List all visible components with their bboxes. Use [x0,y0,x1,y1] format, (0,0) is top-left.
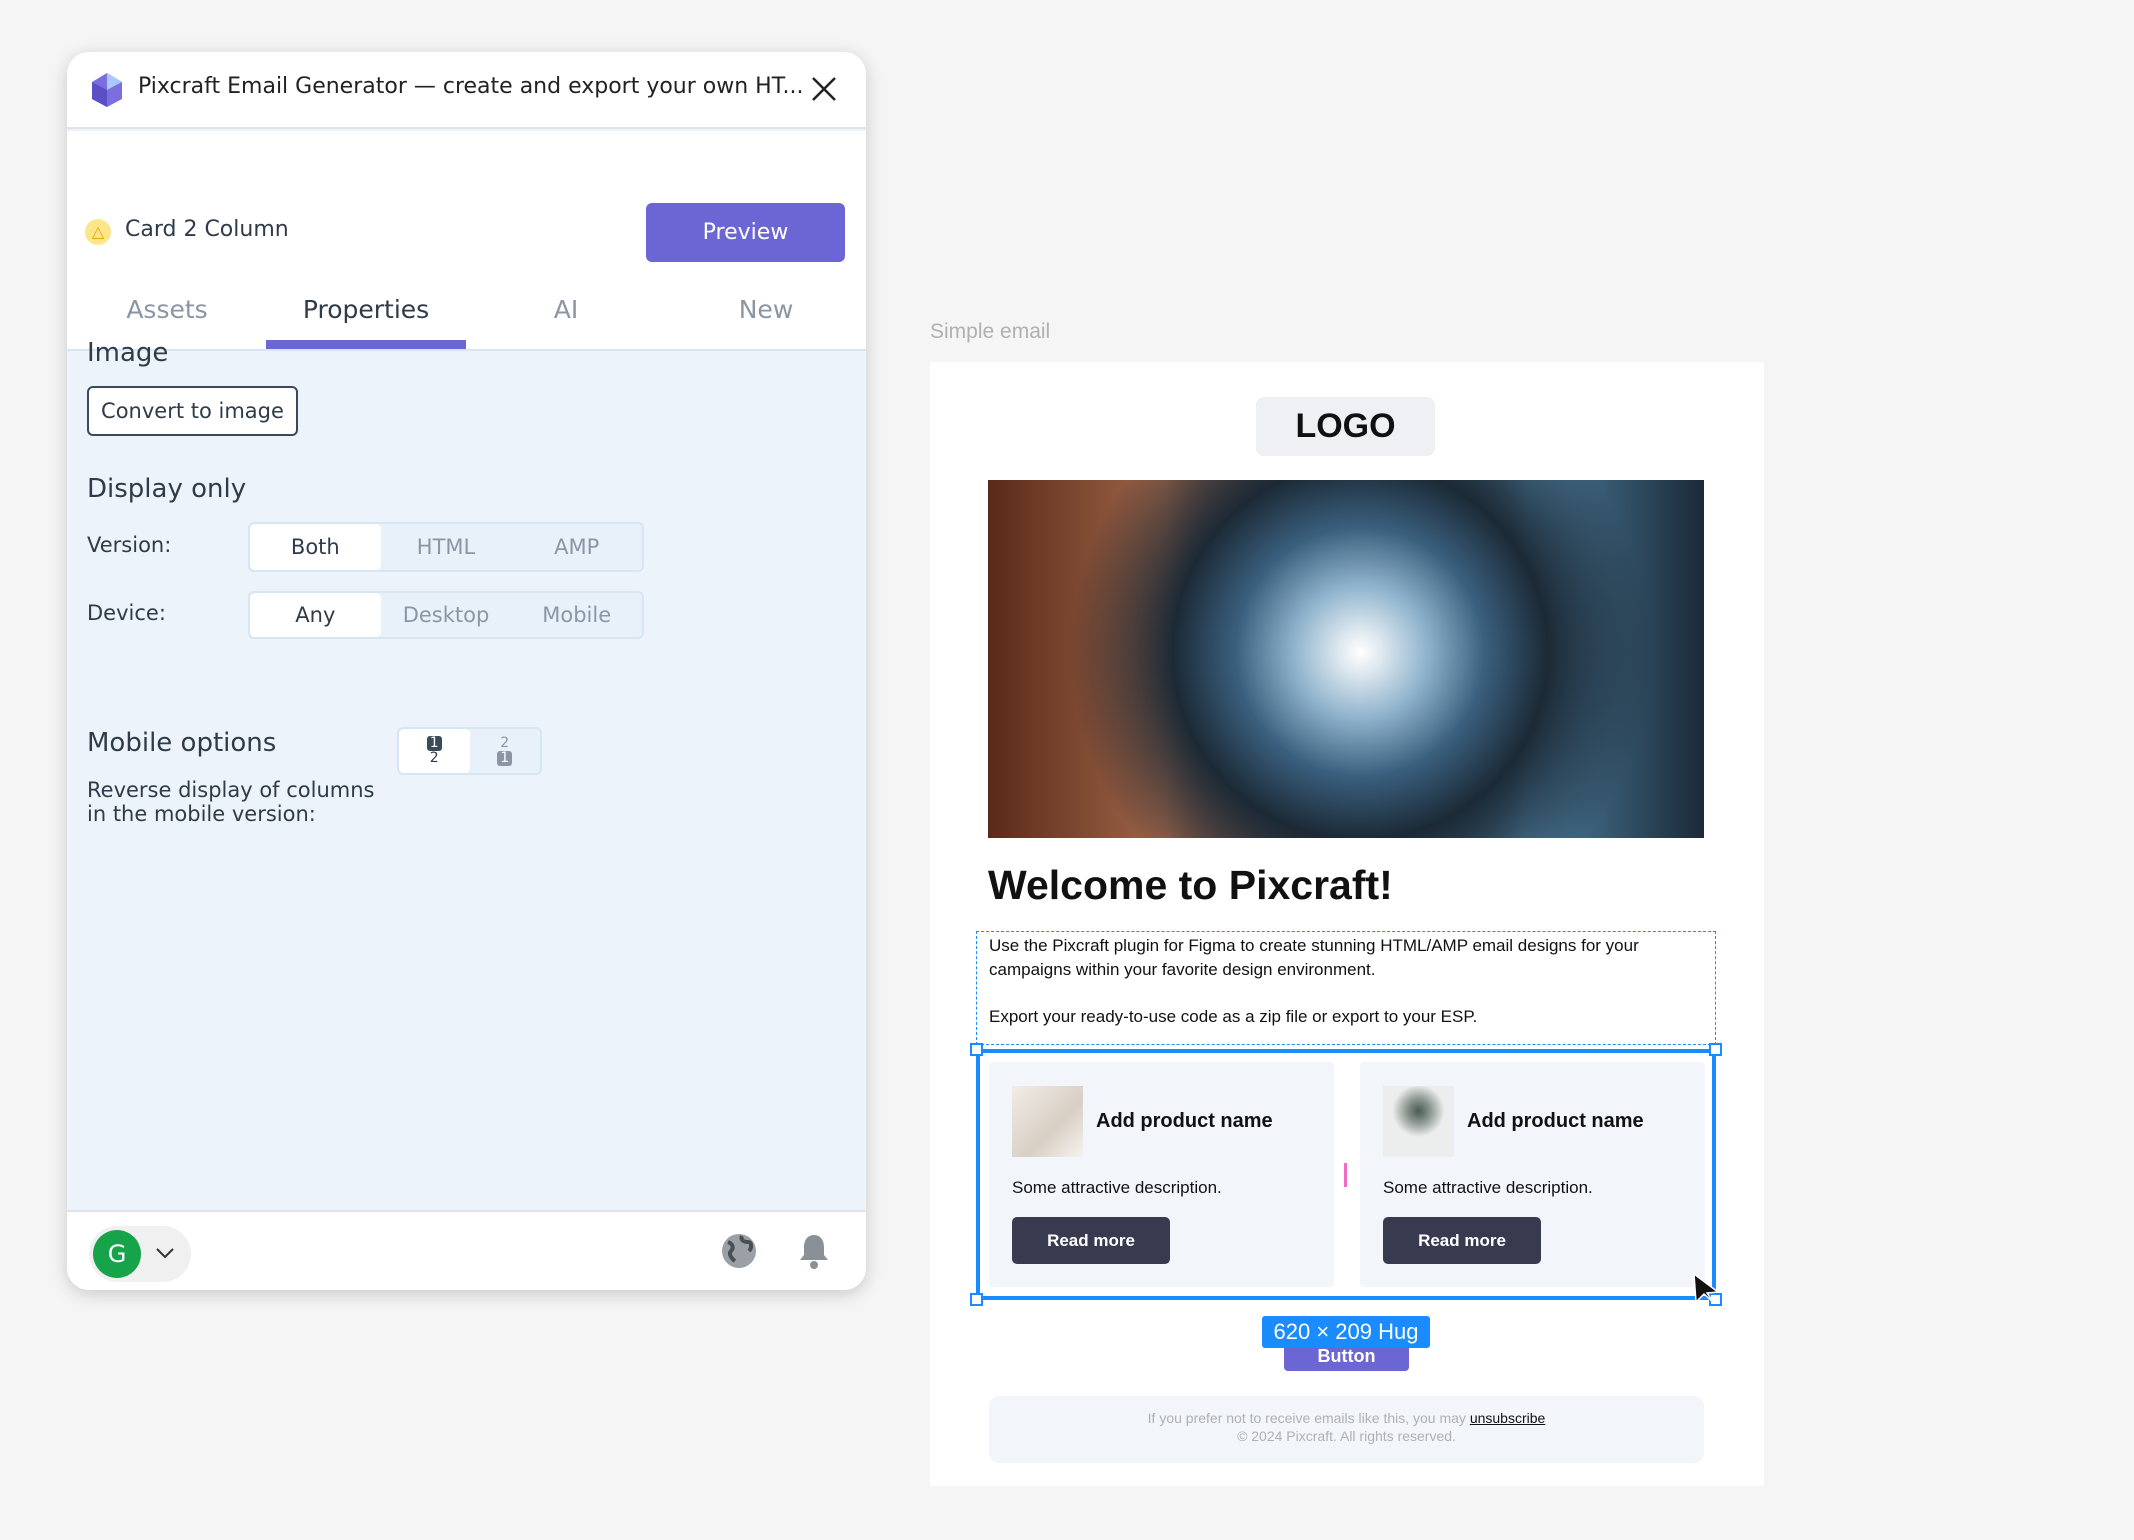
product-card[interactable]: Add product name Some attractive descrip… [1360,1062,1705,1287]
display-only-heading: Display only [87,474,247,504]
component-header: △ Card 2 Column Preview Assets Propertie… [67,131,866,351]
window-title: Pixcraft Email Generator — create and ex… [138,74,804,99]
reverse-columns-label: Reverse display of columns in the mobile… [87,778,375,826]
active-tab-indicator [266,340,466,349]
device-mobile[interactable]: Mobile [511,593,642,637]
account-switcher[interactable]: G [89,1226,191,1282]
pixcraft-logo-icon [92,73,122,107]
version-amp[interactable]: AMP [511,524,642,570]
device-selector: Any Desktop Mobile [248,591,644,639]
body-text-line: Use the Pixcraft plugin for Figma to cre… [989,936,1639,955]
order-normal-option[interactable]: 1 2 [399,729,470,773]
component-name: Card 2 Column [125,217,289,242]
unsubscribe-link[interactable]: unsubscribe [1470,1410,1546,1426]
read-more-button[interactable]: Read more [1383,1217,1541,1264]
version-selector: Both HTML AMP [248,522,644,572]
order-top: 2 [500,735,510,751]
close-icon[interactable] [809,74,839,104]
device-desktop[interactable]: Desktop [381,593,512,637]
selected-card-row[interactable]: Add product name Some attractive descrip… [970,1043,1722,1306]
device-any[interactable]: Any [250,593,381,637]
resize-handle[interactable] [970,1043,983,1056]
bell-icon[interactable] [797,1232,831,1270]
globe-icon[interactable] [720,1232,758,1270]
email-heading[interactable]: Welcome to Pixcraft! [988,862,1393,909]
footer-text: If you prefer not to receive emails like… [1147,1410,1470,1426]
version-label: Version: [87,533,172,557]
frame-label[interactable]: Simple email [930,320,1050,344]
image-heading: Image [87,338,169,368]
chevron-down-icon [156,1248,174,1259]
body-text-line: Export your ready-to-use code as a zip f… [989,1007,1478,1026]
reverse-label-line1: Reverse display of columns [87,778,375,802]
plugin-panel: Pixcraft Email Generator — create and ex… [67,52,866,1290]
text-block[interactable]: Use the Pixcraft plugin for Figma to cre… [976,931,1716,1045]
order-bottom: 1 [497,751,513,766]
email-frame[interactable]: LOGO Welcome to Pixcraft! Use the Pixcra… [930,362,1764,1486]
product-thumbnail [1383,1086,1454,1157]
mobile-options-heading: Mobile options [87,728,277,758]
plugin-footer: G [67,1210,866,1290]
order-top: 1 [426,736,442,751]
cursor-icon [1693,1272,1721,1304]
order-reversed-option[interactable]: 2 1 [470,729,541,773]
tab-new[interactable]: New [666,295,866,324]
product-card[interactable]: Add product name Some attractive descrip… [989,1062,1334,1287]
avatar: G [93,1230,141,1278]
size-badge: 620 × 209 Hug [1262,1316,1430,1348]
read-more-button[interactable]: Read more [1012,1217,1170,1264]
gap-indicator [1344,1163,1347,1187]
email-footer[interactable]: If you prefer not to receive emails like… [989,1396,1704,1463]
preview-button[interactable]: Preview [646,203,845,262]
reverse-label-line2: in the mobile version: [87,802,316,826]
title-bar: Pixcraft Email Generator — create and ex… [67,52,866,129]
resize-handle[interactable] [970,1293,983,1306]
body-text-line: campaigns within your favorite design en… [989,960,1376,979]
order-bottom: 2 [429,750,439,766]
product-name: Add product name [1096,1110,1273,1132]
product-description: Some attractive description. [1012,1178,1222,1197]
resize-handle[interactable] [1709,1043,1722,1056]
device-label: Device: [87,601,166,625]
tab-assets[interactable]: Assets [67,295,267,324]
reverse-columns-toggle: 1 2 2 1 [397,727,542,775]
product-name: Add product name [1467,1110,1644,1132]
tab-ai[interactable]: AI [466,295,666,324]
logo-placeholder[interactable]: LOGO [1256,397,1435,456]
version-html[interactable]: HTML [381,524,512,570]
product-thumbnail [1012,1086,1083,1157]
warning-icon: △ [85,219,111,245]
tab-properties[interactable]: Properties [266,295,466,324]
convert-to-image-button[interactable]: Convert to image [87,386,298,436]
version-both[interactable]: Both [250,524,381,570]
hero-image[interactable] [988,480,1704,838]
copyright: © 2024 Pixcraft. All rights reserved. [1237,1428,1456,1444]
product-description: Some attractive description. [1383,1178,1593,1197]
